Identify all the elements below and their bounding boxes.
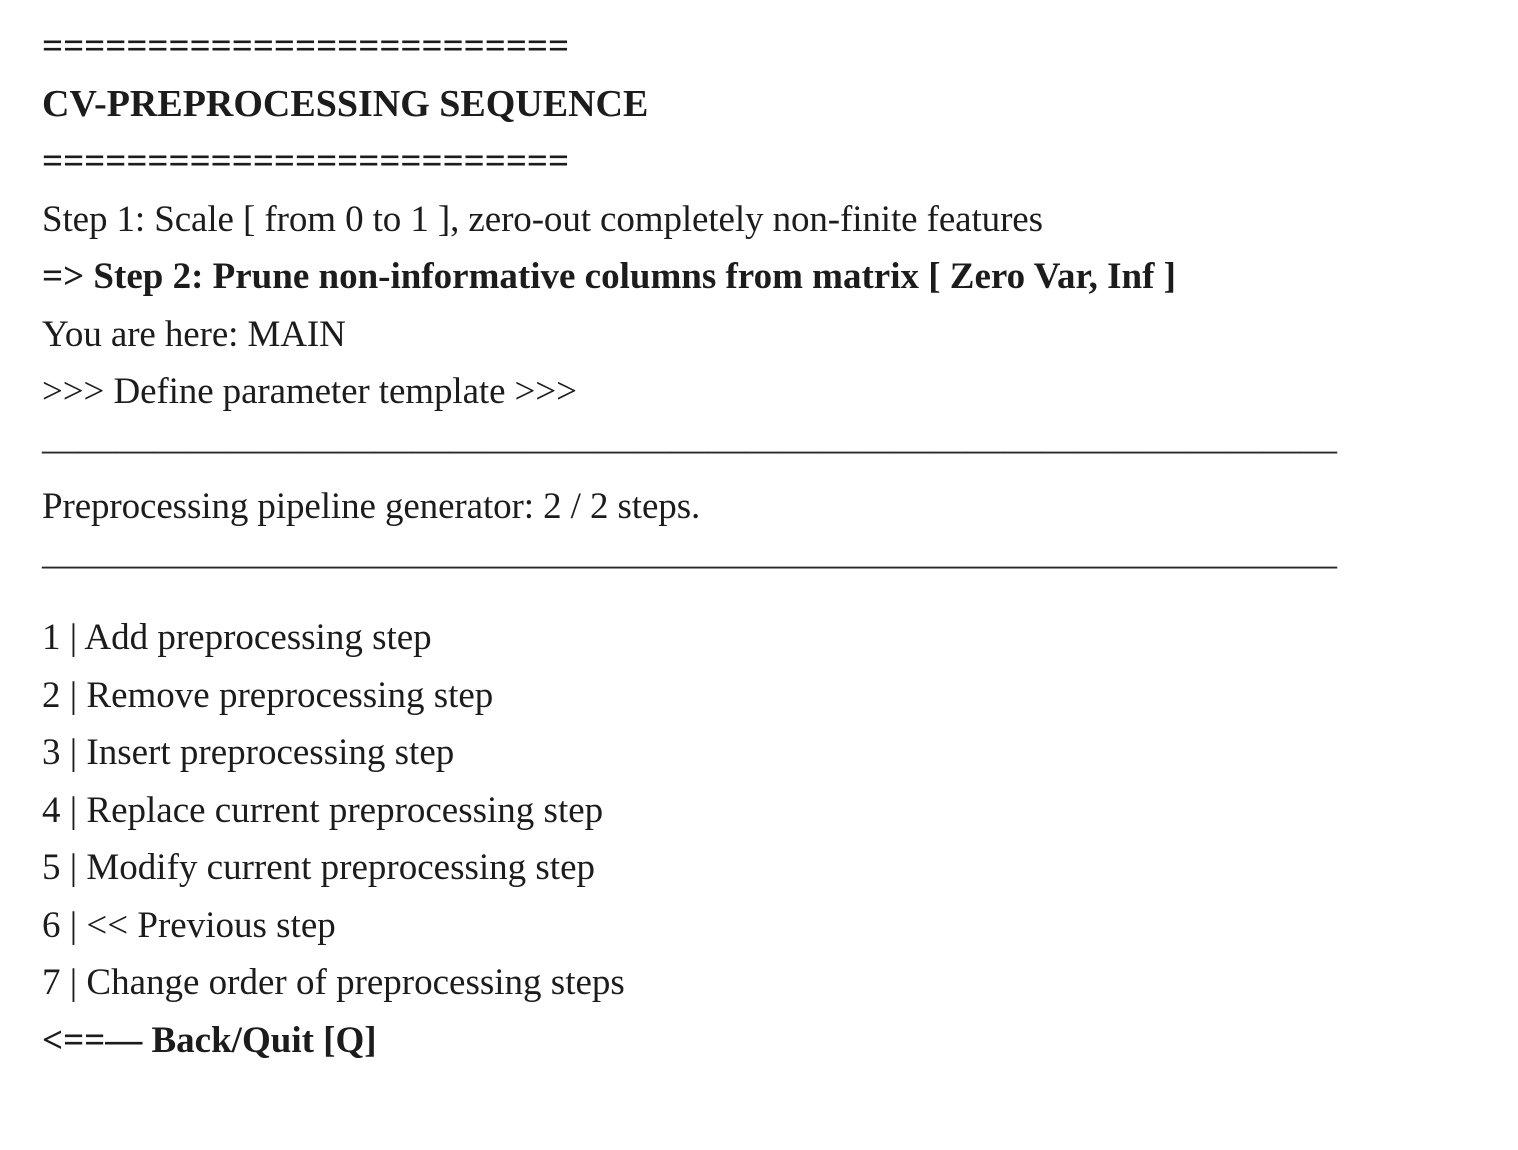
header-rule-top: ========================= bbox=[42, 26, 570, 67]
menu-item-insert-step[interactable]: 3 | Insert preprocessing step bbox=[42, 724, 1518, 782]
page-title: CV-PREPROCESSING SEQUENCE bbox=[42, 82, 649, 125]
menu-item-back-quit[interactable]: <==— Back/Quit [Q] bbox=[42, 1012, 1518, 1070]
pipeline-step-2-current: => Step 2: Prune non-informative columns… bbox=[42, 256, 1176, 297]
current-location-line: You are here: MAIN bbox=[42, 313, 346, 355]
separator-rule-bottom: ——————————————————————————————————— bbox=[42, 543, 1337, 585]
header-rule-bottom: ========================= bbox=[42, 141, 570, 182]
pipeline-step-1: Step 1: Scale [ from 0 to 1 ], zero-out … bbox=[42, 198, 1043, 240]
menu-item-remove-step[interactable]: 2 | Remove preprocessing step bbox=[42, 667, 1518, 725]
section-banner: >>> Define parameter template >>> bbox=[42, 371, 577, 412]
separator-rule-top: ——————————————————————————————————— bbox=[42, 428, 1337, 470]
menu-item-add-step[interactable]: 1 | Add preprocessing step bbox=[42, 609, 1518, 667]
menu-item-replace-step[interactable]: 4 | Replace current preprocessing step bbox=[42, 782, 1518, 840]
pipeline-status-line: Preprocessing pipeline generator: 2 / 2 … bbox=[42, 486, 701, 527]
menu-item-change-order[interactable]: 7 | Change order of preprocessing steps bbox=[42, 954, 1518, 1012]
terminal-output: ========================= CV-PREPROCESSI… bbox=[0, 0, 1518, 1069]
menu-item-previous-step[interactable]: 6 | << Previous step bbox=[42, 897, 1518, 955]
menu-item-modify-step[interactable]: 5 | Modify current preprocessing step bbox=[42, 839, 1518, 897]
main-menu: 1 | Add preprocessing step 2 | Remove pr… bbox=[42, 609, 1518, 1069]
